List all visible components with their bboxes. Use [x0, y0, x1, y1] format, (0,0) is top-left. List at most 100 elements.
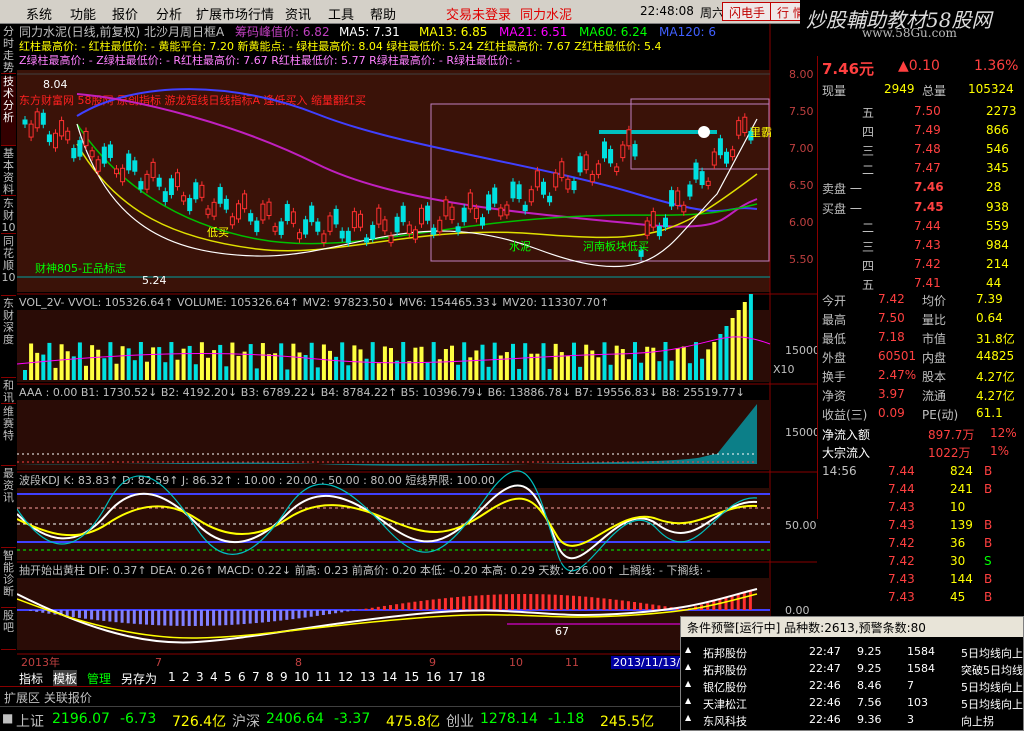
- volume-bar: [700, 358, 705, 380]
- alert-price: 8.46: [857, 679, 882, 692]
- volume-bar: [736, 310, 741, 380]
- menu-extended-market[interactable]: 扩展市场行情: [196, 4, 274, 23]
- candle-body: [229, 216, 235, 226]
- xaxis-jul: 7: [155, 656, 162, 669]
- tab-basic-info[interactable]: 基本资料: [1, 148, 16, 196]
- menu-info[interactable]: 资讯: [285, 4, 311, 23]
- extension-label[interactable]: 扩展区 关联报价: [4, 689, 92, 706]
- menu-analysis[interactable]: 分析: [156, 4, 182, 23]
- tab-depth[interactable]: 东财深度: [1, 298, 16, 378]
- candle-body: [443, 199, 449, 217]
- template-slot-15[interactable]: 15: [404, 670, 419, 684]
- macd-bar: [633, 602, 636, 610]
- tab-east-money[interactable]: 东财10: [1, 198, 16, 234]
- tab-diagnosis[interactable]: 智能诊断: [1, 550, 16, 608]
- indicator-tab[interactable]: 指标: [19, 670, 43, 687]
- tab-vst[interactable]: 维赛特: [1, 406, 16, 466]
- chart-area[interactable]: 同力水泥(日线,前复权) 北沙月周日框A 筹码峰值价: 6.82 MA5: 7.…: [16, 24, 820, 684]
- menu-system[interactable]: 系统: [26, 4, 52, 23]
- volume-bar: [492, 342, 497, 380]
- volume-bar: [712, 342, 717, 380]
- indicator-tab[interactable]: 另存为: [121, 670, 157, 687]
- candle-body: [473, 207, 479, 220]
- tab-news[interactable]: 最资讯: [1, 468, 16, 548]
- macd-bar: [334, 610, 338, 614]
- template-slot-13[interactable]: 13: [360, 670, 375, 684]
- volume-bar: [254, 368, 259, 380]
- menu-help[interactable]: 帮助: [370, 4, 396, 23]
- volume-bar: [376, 363, 381, 380]
- macd-bar: [236, 610, 240, 625]
- alert-row[interactable]: ▲ 银亿股份 22:46 8.46 7 5日均线向上: [681, 677, 1024, 694]
- template-slot-10[interactable]: 10: [294, 670, 309, 684]
- candle-body: [34, 111, 40, 129]
- tab-technical[interactable]: 技术分析: [1, 76, 16, 146]
- sz-label[interactable]: 沪深: [232, 711, 260, 731]
- template-slot-2[interactable]: 2: [182, 670, 190, 684]
- alert-row[interactable]: ▲ 拓邦股份 22:47 9.25 1584 5日均线向上: [681, 643, 1024, 660]
- stat-label: 流通: [922, 389, 947, 403]
- template-slot-11[interactable]: 11: [316, 670, 331, 684]
- cy-label[interactable]: 创业: [446, 711, 474, 731]
- candle-body: [534, 170, 540, 188]
- template-slot-6[interactable]: 6: [238, 670, 246, 684]
- template-slot-16[interactable]: 16: [426, 670, 441, 684]
- price-tick: 6.00: [789, 216, 814, 229]
- macd-bar: [175, 610, 179, 626]
- template-slot-9[interactable]: 9: [280, 670, 288, 684]
- candle-body: [193, 182, 199, 200]
- macd-bar: [382, 605, 386, 610]
- macd-bar: [145, 610, 148, 625]
- alert-row[interactable]: ▲ 拓邦股份 22:47 9.25 1584 突破5日均线: [681, 660, 1024, 677]
- template-slot-14[interactable]: 14: [382, 670, 397, 684]
- stat-label: 外盘: [822, 351, 847, 365]
- condition-alert-window[interactable]: 条件预警[运行中] 品种数:2613,预警条数:80 ▲ 拓邦股份 22:47 9.2…: [680, 616, 1024, 731]
- tick-price: 7.43: [888, 518, 915, 532]
- candle-body: [663, 217, 668, 228]
- template-slot-17[interactable]: 17: [448, 670, 463, 684]
- alert-row[interactable]: ▲ 天津松江 22:46 7.56 103 5日均线向上: [681, 694, 1024, 711]
- template-slot-5[interactable]: 5: [224, 670, 232, 684]
- candle-body: [559, 161, 565, 178]
- stat-label: 内盘: [922, 351, 947, 365]
- alert-row[interactable]: ▲ 东风科技 22:46 9.36 3 向上拐: [681, 711, 1024, 728]
- kline-chart[interactable]: 同力水泥(日线,前复权) 北沙月周日框A 筹码峰值价: 6.82 MA5: 7.…: [16, 24, 820, 684]
- template-slot-7[interactable]: 7: [252, 670, 260, 684]
- candle-body: [565, 178, 571, 190]
- alert-title[interactable]: 条件预警[运行中] 品种数:2613,预警条数:80: [681, 617, 1023, 637]
- indicator-tab[interactable]: 模板: [53, 670, 78, 687]
- macd-header: 抽开始出黄柱 DIF: 0.37↑ DEA: 0.26↑ MACD: 0.22↓…: [19, 563, 711, 577]
- indicator-annotation: 东方财富网 58股网 原创指标 游龙短线日线指标A 逢低买入 缩量翻红买: [19, 93, 366, 107]
- tab-intraday[interactable]: 分时走势: [1, 26, 16, 74]
- candle-body: [53, 132, 58, 149]
- flash-trade-button[interactable]: 闪电手: [722, 2, 773, 21]
- indicator-tab[interactable]: 管理: [87, 670, 111, 687]
- template-slot-3[interactable]: 3: [196, 670, 204, 684]
- alert-price: 9.25: [857, 662, 882, 675]
- menu-tools[interactable]: 工具: [328, 4, 354, 23]
- template-slot-1[interactable]: 1: [168, 670, 176, 684]
- macd-bar: [35, 610, 39, 612]
- tab-ths[interactable]: 同花顺10: [1, 236, 16, 296]
- stat-label: PE(动): [922, 408, 959, 422]
- trade-status[interactable]: 交易未登录: [446, 4, 511, 23]
- candle-body: [95, 159, 101, 172]
- tick-side: B: [984, 518, 993, 532]
- tick-volume: 144: [950, 572, 973, 586]
- stat-label: 今开: [822, 294, 847, 308]
- main-header: 同力水泥(日线,前复权) 北沙月周日框A: [19, 24, 225, 39]
- template-slot-12[interactable]: 12: [338, 670, 353, 684]
- menu-function[interactable]: 功能: [70, 4, 96, 23]
- stat-value: 4.27亿: [976, 389, 1015, 403]
- template-slot-8[interactable]: 8: [266, 670, 274, 684]
- template-slot-4[interactable]: 4: [210, 670, 218, 684]
- ask-volume: 345: [986, 161, 1009, 175]
- last-price: 7.46元: [822, 60, 875, 78]
- quote-row: 7.42 36 B: [818, 534, 1024, 552]
- template-slot-18[interactable]: 18: [470, 670, 485, 684]
- menu-quote[interactable]: 报价: [112, 4, 138, 23]
- tab-forum[interactable]: 股吧: [1, 610, 16, 650]
- sh-label[interactable]: 上证: [16, 711, 44, 731]
- quote-row: 外盘 60501 内盘 44825: [818, 347, 1024, 365]
- tab-hexun[interactable]: 和讯: [1, 380, 16, 404]
